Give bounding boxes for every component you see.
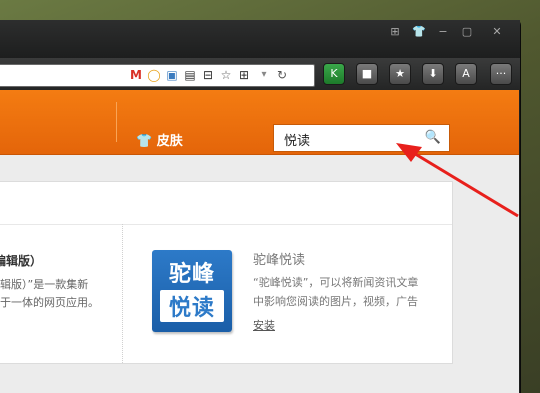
- arrow-shaft: [411, 150, 519, 218]
- annotation-arrow: [396, 143, 519, 218]
- arrow-head: [396, 143, 422, 162]
